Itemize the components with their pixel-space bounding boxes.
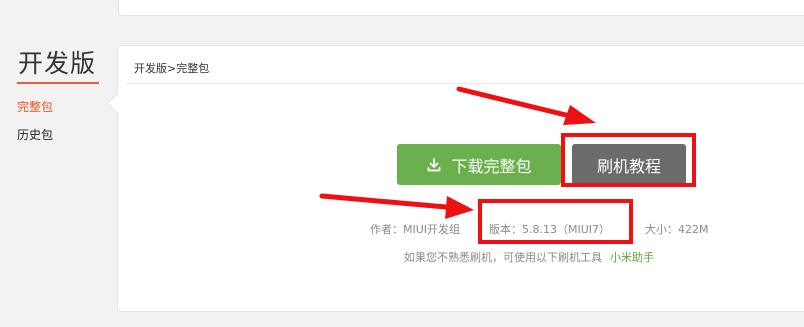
download-full-package-button[interactable]: 下载完整包: [397, 144, 561, 185]
flash-tool-tip: 如果您不熟悉刷机，可使用以下刷机工具 小米助手: [404, 249, 654, 265]
version-info: 版本：5.8.13（MIUI7）: [489, 223, 611, 236]
tip-text: 如果您不熟悉刷机，可使用以下刷机工具: [404, 251, 602, 264]
download-icon: [426, 157, 442, 173]
top-card: [118, 0, 804, 16]
size-info: 大小：422M: [645, 223, 709, 236]
breadcrumb: 开发版>完整包: [134, 62, 210, 75]
download-button-label: 下载完整包: [451, 156, 532, 176]
flash-tutorial-button[interactable]: 刷机教程: [572, 144, 686, 185]
sidebar-item-history-package[interactable]: 历史包: [17, 126, 53, 143]
sidebar-title: 开发版: [18, 49, 97, 78]
sidebar-item-full-package[interactable]: 完整包: [17, 98, 53, 115]
breadcrumb-divider: [126, 83, 804, 84]
tutorial-button-label: 刷机教程: [596, 156, 661, 176]
author-info: 作者：MIUI开发组: [370, 223, 461, 236]
sidebar-title-underline: [17, 82, 99, 84]
mi-assistant-link[interactable]: 小米助手: [610, 251, 654, 264]
